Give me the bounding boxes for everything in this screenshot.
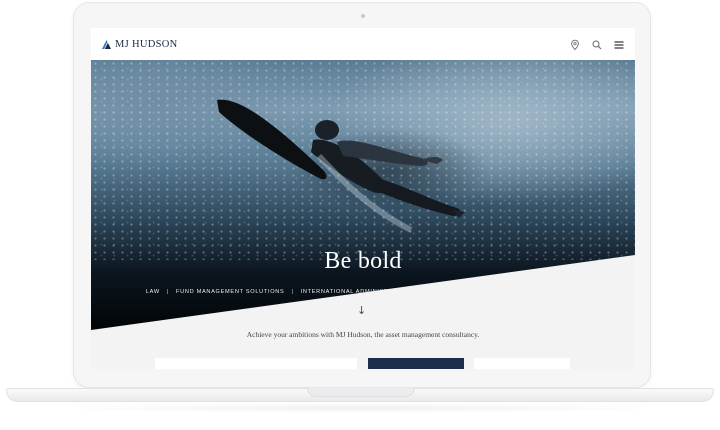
nav-separator: | xyxy=(420,289,423,295)
header-icons xyxy=(569,38,625,51)
content-card[interactable] xyxy=(474,358,570,369)
nav-fund-management-solutions[interactable]: FUND MANAGEMENT SOLUTIONS xyxy=(173,289,287,295)
search-icon[interactable] xyxy=(591,38,603,50)
website-screen: MJ HUDSON Be bold LAW | FUND MANAGEMENT … xyxy=(91,28,635,369)
nav-law[interactable]: LAW xyxy=(143,289,163,295)
nav-investment-advisory[interactable]: INVESTMENT ADVISORY xyxy=(426,289,511,295)
hero-title: Be bold xyxy=(324,248,402,274)
nav-ir-marketing[interactable]: IR & MARKETING xyxy=(522,289,584,295)
hero-nav: LAW | FUND MANAGEMENT SOLUTIONS | INTERNATIO… xyxy=(91,289,635,295)
tagline: Achieve your ambitions with MJ Hudson, t… xyxy=(246,330,480,339)
brand-name: MJ HUDSON xyxy=(115,39,178,50)
nav-separator: | xyxy=(291,289,294,295)
hero-banner: Be bold LAW | FUND MANAGEMENT SOLUTIONS | IN… xyxy=(91,60,635,330)
brand-logo[interactable]: MJ HUDSON xyxy=(102,39,178,50)
content-card[interactable] xyxy=(155,358,357,369)
laptop-shadow xyxy=(40,403,680,413)
nav-international-administration[interactable]: INTERNATIONAL ADMINISTRATION xyxy=(298,289,416,295)
camera-dot xyxy=(361,14,365,18)
nav-separator: | xyxy=(515,289,518,295)
scroll-down-arrow-icon[interactable]: ↓ xyxy=(357,304,366,317)
featured-card[interactable] xyxy=(368,358,464,369)
site-header: MJ HUDSON xyxy=(91,28,635,60)
nav-separator: | xyxy=(166,289,169,295)
menu-icon[interactable] xyxy=(613,38,625,50)
laptop-notch xyxy=(307,388,415,397)
location-pin-icon[interactable] xyxy=(569,38,581,51)
logo-mark-icon xyxy=(102,40,111,49)
